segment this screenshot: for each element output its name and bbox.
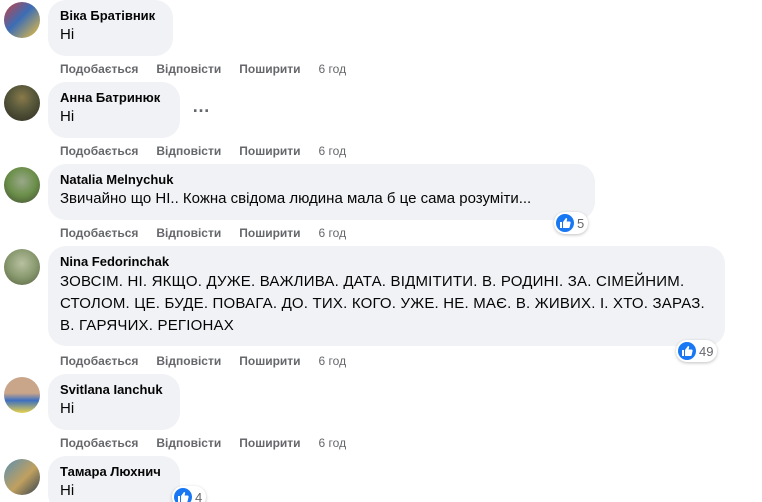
reaction-count-value: 5: [577, 215, 585, 231]
comment-timestamp[interactable]: 6 год: [319, 226, 347, 240]
reply-button[interactable]: Відповісти: [156, 144, 221, 158]
comment-text: Ні: [60, 400, 75, 417]
avatar[interactable]: [4, 167, 40, 203]
reaction-count[interactable]: 5: [554, 212, 589, 234]
like-icon: [174, 488, 192, 502]
like-button[interactable]: Подобається: [60, 354, 138, 368]
comment-author[interactable]: Тамара Люхнич: [60, 464, 168, 480]
comment-bubble: Nina Fedorinchak ЗОВСІМ. НІ. ЯКЩО. ДУЖЕ.…: [48, 246, 725, 346]
like-icon: [678, 342, 696, 360]
comment-bubble: Natalia Melnychuk Звичайно що НІ.. Кожна…: [48, 164, 595, 220]
comment-bubble: Анна Батринюк Ні: [48, 82, 180, 138]
comment-author[interactable]: Віка Братівник: [60, 8, 161, 24]
share-button[interactable]: Поширити: [239, 62, 300, 76]
comment-text: ЗОВСІМ. НІ. ЯКЩО. ДУЖЕ. ВАЖЛИВА. ДАТА. В…: [60, 273, 705, 334]
reply-button[interactable]: Відповісти: [156, 226, 221, 240]
reply-button[interactable]: Відповісти: [156, 354, 221, 368]
share-button[interactable]: Поширити: [239, 144, 300, 158]
reaction-count-value: 4: [195, 489, 203, 502]
comment-timestamp[interactable]: 6 год: [319, 436, 347, 450]
comment-text: Звичайно що НІ.. Кожна свідома людина ма…: [60, 190, 532, 207]
avatar[interactable]: [4, 459, 40, 495]
reaction-count-value: 49: [699, 343, 714, 359]
share-button[interactable]: Поширити: [239, 354, 300, 368]
reply-button[interactable]: Відповісти: [156, 62, 221, 76]
share-button[interactable]: Поширити: [239, 226, 300, 240]
avatar[interactable]: [4, 85, 40, 121]
avatar[interactable]: [4, 377, 40, 413]
comment-text: Ні: [60, 482, 75, 499]
avatar[interactable]: [4, 249, 40, 285]
comment-timestamp[interactable]: 6 год: [319, 62, 347, 76]
reply-button[interactable]: Відповісти: [156, 436, 221, 450]
like-button[interactable]: Подобається: [60, 62, 138, 76]
comment-bubble: Віка Братівник Ні: [48, 0, 173, 56]
comment-author[interactable]: Анна Батринюк: [60, 90, 168, 106]
like-button[interactable]: Подобається: [60, 226, 138, 240]
reaction-count[interactable]: 4: [172, 486, 207, 502]
comment-author[interactable]: Svitlana Ianchuk: [60, 382, 168, 398]
avatar[interactable]: [4, 2, 40, 38]
comment-author[interactable]: Nina Fedorinchak: [60, 254, 713, 270]
comment-text: Ні: [60, 108, 75, 125]
comment-actions: Подобається Відповісти Поширити 6 год: [60, 435, 346, 451]
comment-text: Ні: [60, 26, 75, 43]
reaction-count[interactable]: 49: [676, 340, 718, 362]
share-button[interactable]: Поширити: [239, 436, 300, 450]
comment-actions: Подобається Відповісти Поширити 6 год: [60, 143, 346, 159]
comment-actions: Подобається Відповісти Поширити 6 год: [60, 353, 346, 369]
comment-bubble: Svitlana Ianchuk Ні: [48, 374, 180, 430]
comment-timestamp[interactable]: 6 год: [319, 144, 347, 158]
comment-timestamp[interactable]: 6 год: [319, 354, 347, 368]
like-button[interactable]: Подобається: [60, 436, 138, 450]
comment-actions: Подобається Відповісти Поширити 6 год: [60, 225, 346, 241]
like-button[interactable]: Подобається: [60, 144, 138, 158]
comment-actions: Подобається Відповісти Поширити 6 год: [60, 61, 346, 77]
like-icon: [556, 214, 574, 232]
more-options-icon[interactable]: …: [192, 96, 211, 117]
comment-bubble: Тамара Люхнич Ні: [48, 456, 180, 502]
comment-author[interactable]: Natalia Melnychuk: [60, 172, 583, 188]
